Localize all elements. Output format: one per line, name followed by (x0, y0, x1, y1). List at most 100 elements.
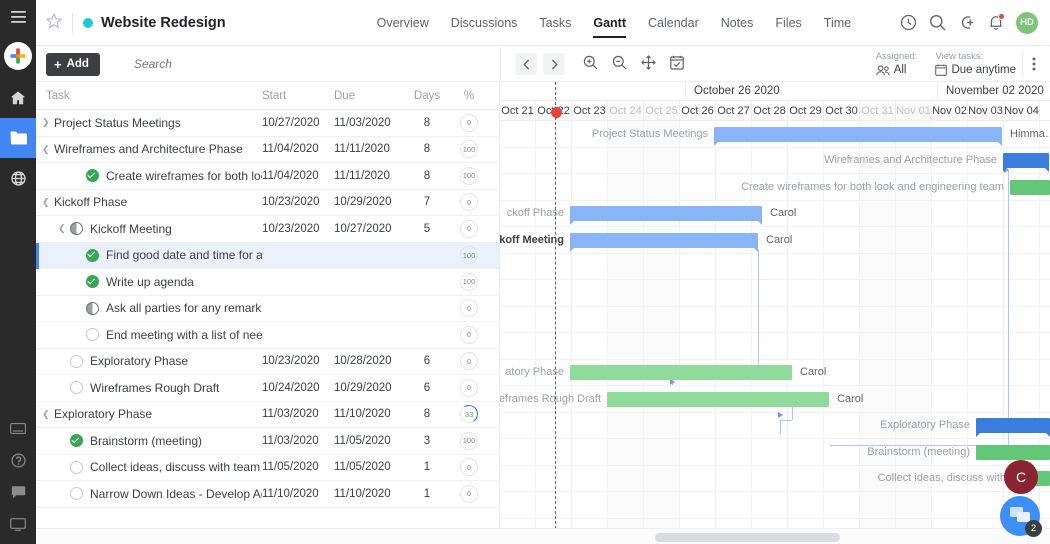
zoom-out-icon[interactable] (612, 55, 627, 73)
task-status-checkbox[interactable] (70, 434, 83, 447)
gantt-bar[interactable] (976, 445, 1050, 460)
gantt-bar[interactable] (570, 233, 758, 248)
table-row[interactable]: ❮Kickoff Meeting10/23/202010/27/202050 (36, 216, 500, 243)
column-header-start[interactable]: Start (262, 90, 334, 102)
table-row[interactable]: ❮Exploratory Phase11/03/202011/10/202083… (36, 402, 500, 429)
add-button[interactable]: + Add (46, 53, 100, 76)
task-name-cell[interactable]: ❮Kickoff Phase (36, 195, 262, 209)
start-date-cell[interactable]: 11/04/2020 (262, 170, 334, 182)
due-date-cell[interactable]: 10/29/2020 (334, 196, 406, 208)
percent-cell[interactable]: 0 (448, 458, 490, 476)
start-date-cell[interactable]: 11/03/2020 (262, 408, 334, 420)
percent-cell[interactable]: 0 (448, 114, 490, 132)
table-row[interactable]: ›Collect ideas, discuss with team 11/05/2… (36, 455, 500, 482)
percent-cell[interactable]: 0 (448, 299, 490, 317)
gantt-bar[interactable] (976, 418, 1050, 433)
prev-button[interactable] (515, 53, 537, 75)
task-status-checkbox[interactable] (70, 222, 83, 235)
due-date-cell[interactable]: 10/28/2020 (334, 355, 406, 367)
home-icon[interactable] (0, 78, 36, 118)
percent-cell[interactable]: 33 (448, 405, 490, 423)
task-name-cell[interactable]: ›Collect ideas, discuss with team (36, 460, 262, 474)
percent-cell[interactable]: 0 (448, 352, 490, 370)
table-row[interactable]: ›End meeting with a list of need…0 (36, 322, 500, 349)
search-input[interactable] (134, 57, 334, 71)
tab-overview[interactable]: Overview (366, 12, 440, 34)
zoom-in-icon[interactable] (583, 55, 598, 73)
task-status-checkbox[interactable] (70, 461, 83, 474)
task-name-cell[interactable]: ›Find good date and time for all… (36, 248, 262, 262)
percent-cell[interactable]: 0 (448, 193, 490, 211)
table-row[interactable]: ›Find good date and time for all…100 (36, 243, 500, 270)
collapse-caret-icon[interactable]: ❮ (58, 223, 70, 234)
task-name-cell[interactable]: ❯Project Status Meetings (36, 116, 262, 130)
task-name-cell[interactable]: ›Ask all parties for any remarks… (36, 301, 262, 315)
percent-cell[interactable]: 0 (448, 379, 490, 397)
today-calendar-icon[interactable] (670, 55, 684, 73)
collaborator-avatar[interactable]: C (1004, 460, 1038, 494)
favorite-star-icon[interactable] (46, 13, 62, 33)
collapse-caret-icon[interactable]: ❮ (42, 144, 54, 155)
assigned-filter[interactable]: Assigned: All (876, 51, 918, 77)
task-name-cell[interactable]: ›Brainstorm (meeting) (36, 434, 262, 448)
tab-files[interactable]: Files (764, 12, 812, 34)
due-date-cell[interactable]: 11/05/2020 (334, 461, 406, 473)
column-header-percent[interactable]: % (448, 90, 490, 102)
task-name-cell[interactable]: ›Narrow Down Ideas - Develop Act… (36, 487, 262, 501)
horizontal-scrollbar-track[interactable] (36, 528, 1050, 544)
task-name-cell[interactable]: ›Write up agenda (36, 275, 262, 289)
horizontal-scrollbar-thumb[interactable] (655, 533, 840, 542)
column-header-days[interactable]: Days (406, 90, 448, 102)
collapse-caret-icon[interactable]: ❮ (42, 409, 54, 420)
percent-cell[interactable]: 100 (448, 140, 490, 158)
start-date-cell[interactable]: 10/23/2020 (262, 196, 334, 208)
task-name-cell[interactable]: ›Wireframes Rough Draft (36, 381, 262, 395)
gantt-bar[interactable] (1010, 180, 1050, 195)
projects-icon[interactable] (0, 118, 36, 158)
move-icon[interactable] (641, 55, 656, 73)
start-date-cell[interactable]: 10/23/2020 (262, 223, 334, 235)
task-status-checkbox[interactable] (86, 302, 99, 315)
percent-cell[interactable]: 0 (448, 220, 490, 238)
more-options-button[interactable] (1022, 52, 1044, 76)
feedback-chat-icon[interactable] (0, 476, 36, 508)
table-row[interactable]: ❯Project Status Meetings10/27/202011/03/… (36, 110, 500, 137)
tab-tasks[interactable]: Tasks (528, 12, 582, 34)
menu-icon[interactable] (0, 0, 36, 34)
table-row[interactable]: ❮Kickoff Phase10/23/202010/29/202070 (36, 190, 500, 217)
collapse-caret-icon[interactable]: ❮ (42, 197, 54, 208)
task-status-checkbox[interactable] (86, 275, 99, 288)
table-row[interactable]: ›Write up agenda 100 (36, 269, 500, 296)
percent-cell[interactable]: 0 (448, 485, 490, 503)
start-date-cell[interactable]: 10/24/2020 (262, 382, 334, 394)
due-date-cell[interactable]: 11/10/2020 (334, 408, 406, 420)
task-status-checkbox[interactable] (86, 169, 99, 182)
gantt-bar[interactable] (714, 127, 1002, 142)
task-status-checkbox[interactable] (86, 328, 99, 341)
start-date-cell[interactable]: 10/27/2020 (262, 117, 334, 129)
pane-divider[interactable] (499, 82, 500, 544)
table-row[interactable]: ›Ask all parties for any remarks… 0 (36, 296, 500, 323)
add-person-icon[interactable] (958, 14, 976, 31)
clock-icon[interactable] (900, 14, 917, 31)
view-tasks-filter[interactable]: View tasks: Due anytime (935, 51, 1016, 77)
task-status-checkbox[interactable] (86, 249, 99, 262)
tab-gantt[interactable]: Gantt (582, 12, 637, 34)
due-date-cell[interactable]: 11/11/2020 (334, 143, 406, 155)
screenshare-icon[interactable] (0, 508, 36, 540)
tab-time[interactable]: Time (813, 12, 862, 34)
due-date-cell[interactable]: 11/05/2020 (334, 435, 406, 447)
globe-icon[interactable] (0, 158, 36, 198)
due-date-cell[interactable]: 10/27/2020 (334, 223, 406, 235)
gantt-bar[interactable] (1003, 153, 1049, 168)
table-row[interactable]: ›Create wireframes for both look a…11/04… (36, 163, 500, 190)
task-status-checkbox[interactable] (70, 355, 83, 368)
start-date-cell[interactable]: 11/04/2020 (262, 143, 334, 155)
task-status-checkbox[interactable] (70, 381, 83, 394)
table-row[interactable]: ❮Wireframes and Architecture Phase11/04/… (36, 137, 500, 164)
percent-cell[interactable]: 100 (448, 273, 490, 291)
keyboard-icon[interactable] (0, 412, 36, 444)
task-name-cell[interactable]: ›End meeting with a list of need… (36, 328, 262, 342)
tab-notes[interactable]: Notes (710, 12, 765, 34)
due-date-cell[interactable]: 10/29/2020 (334, 382, 406, 394)
